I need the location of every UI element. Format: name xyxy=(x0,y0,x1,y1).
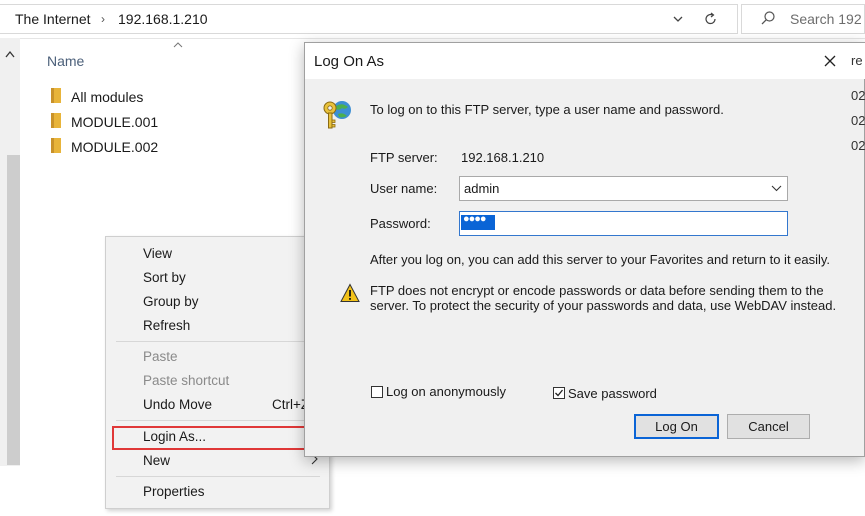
warning-icon xyxy=(340,283,360,302)
menu-item-sort-by[interactable]: Sort by xyxy=(143,270,186,285)
column-header-clipped: re xyxy=(851,53,863,68)
search-icon xyxy=(761,11,775,25)
date-clipped: 02 xyxy=(851,88,865,103)
menu-item-properties[interactable]: Properties xyxy=(143,484,205,499)
menu-item-group-by[interactable]: Group by xyxy=(143,294,199,309)
menu-item-paste-shortcut[interactable]: Paste shortcut xyxy=(143,373,229,388)
column-header-name[interactable]: Name xyxy=(47,53,84,69)
search-input[interactable]: Search 192 xyxy=(790,11,862,27)
password-label: Password: xyxy=(370,216,431,231)
file-name: All modules xyxy=(71,89,144,105)
chevron-down-icon[interactable] xyxy=(668,9,688,29)
menu-item-view[interactable]: View xyxy=(143,246,172,261)
key-globe-icon xyxy=(323,101,351,129)
folder-icon xyxy=(51,113,61,128)
folder-icon xyxy=(51,88,61,103)
scrollbar-thumb[interactable] xyxy=(7,155,20,465)
breadcrumb-separator[interactable]: › xyxy=(101,12,105,26)
dialog-title: Log On As xyxy=(314,53,385,70)
scroll-up-icon[interactable] xyxy=(5,50,15,58)
menu-item-paste[interactable]: Paste xyxy=(143,349,178,364)
menu-separator xyxy=(116,420,320,421)
favorites-note: After you log on, you can add this serve… xyxy=(370,252,831,267)
file-name: MODULE.002 xyxy=(71,139,159,155)
dialog-titlebar[interactable] xyxy=(305,43,865,79)
warning-text-line2: server. To protect the security of your … xyxy=(370,298,837,313)
refresh-icon[interactable] xyxy=(700,9,722,29)
date-clipped: 02 xyxy=(851,113,865,128)
address-bar[interactable] xyxy=(0,4,738,34)
log-on-anonymously-label[interactable]: Log on anonymously xyxy=(386,384,506,399)
menu-separator xyxy=(116,476,320,477)
close-icon[interactable] xyxy=(822,53,838,69)
file-name: MODULE.001 xyxy=(71,114,159,130)
folder-icon xyxy=(51,138,61,153)
breadcrumb-the-internet[interactable]: The Internet xyxy=(15,11,91,27)
dialog-intro-text: To log on to this FTP server, type a use… xyxy=(370,102,724,117)
ftp-server-label: FTP server: xyxy=(370,150,438,165)
password-value[interactable]: ●●●● xyxy=(463,213,487,225)
save-password-checkbox[interactable] xyxy=(553,387,565,399)
menu-item-undo-move[interactable]: Undo Move xyxy=(143,397,212,412)
chevron-down-icon[interactable] xyxy=(771,184,782,192)
menu-item-refresh[interactable]: Refresh xyxy=(143,318,190,333)
check-icon xyxy=(555,389,564,397)
left-scrollbar[interactable] xyxy=(0,38,20,466)
save-password-label[interactable]: Save password xyxy=(568,386,657,401)
breadcrumb-host[interactable]: 192.168.1.210 xyxy=(118,11,208,27)
menu-item-new[interactable]: New xyxy=(143,453,170,468)
log-on-anonymously-checkbox[interactable] xyxy=(371,386,383,398)
user-name-value[interactable]: admin xyxy=(464,181,499,196)
date-clipped: 02 xyxy=(851,138,865,153)
cancel-button[interactable]: Cancel xyxy=(727,414,810,439)
warning-text-line1: FTP does not encrypt or encode passwords… xyxy=(370,283,824,298)
ftp-server-value: 192.168.1.210 xyxy=(461,150,545,165)
password-field[interactable] xyxy=(459,211,788,236)
sort-ascending-icon xyxy=(173,42,183,48)
user-name-combobox[interactable] xyxy=(459,176,788,201)
user-name-label: User name: xyxy=(370,181,438,196)
menu-separator xyxy=(116,341,320,342)
login-as-highlight xyxy=(112,426,319,450)
log-on-button[interactable]: Log On xyxy=(634,414,719,439)
